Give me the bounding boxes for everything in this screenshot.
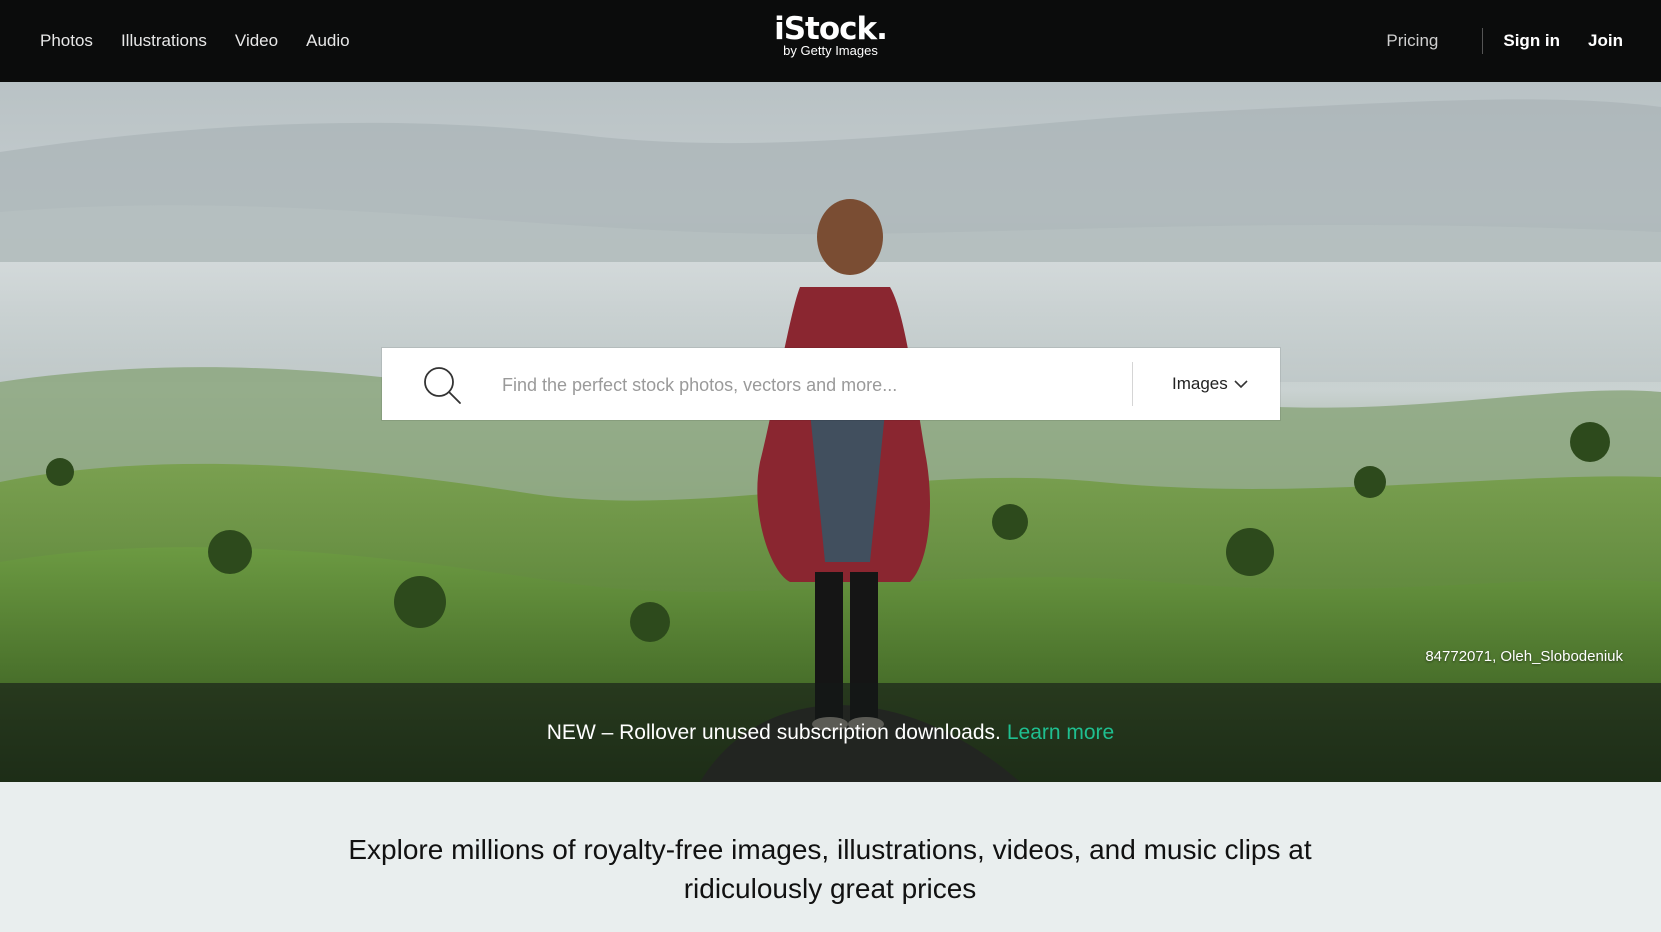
join-link[interactable]: Join — [1588, 31, 1623, 51]
hero-landscape-illustration — [0, 99, 1661, 782]
search-bar: Images — [382, 348, 1280, 420]
media-type-dropdown[interactable]: Images — [1172, 348, 1248, 420]
explore-headline: Explore millions of royalty-free images,… — [348, 834, 1312, 904]
search-icon[interactable] — [422, 365, 462, 405]
media-type-selected: Images — [1172, 374, 1228, 393]
chevron-down-icon — [1234, 379, 1248, 388]
top-navigation: Photos Illustrations Video Audio iStock.… — [0, 0, 1661, 82]
nav-right-links: Pricing Sign in Join — [1386, 0, 1623, 82]
learn-more-link[interactable]: Learn more — [1007, 721, 1114, 745]
search-divider — [1132, 362, 1133, 406]
photo-credit: 84772071, Oleh_Slobodeniuk — [1425, 648, 1623, 665]
nav-link-pricing[interactable]: Pricing — [1386, 31, 1438, 51]
promo-banner: NEW – Rollover unused subscription downl… — [0, 683, 1661, 782]
promo-banner-text: NEW – Rollover unused subscription downl… — [546, 720, 1001, 744]
sign-in-link[interactable]: Sign in — [1503, 31, 1560, 51]
explore-section: Explore millions of royalty-free images,… — [0, 782, 1661, 932]
nav-divider — [1482, 28, 1484, 54]
search-input[interactable] — [500, 362, 1094, 408]
hero-image: 84772071, Oleh_Slobodeniuk NEW – Rollove… — [0, 82, 1661, 782]
